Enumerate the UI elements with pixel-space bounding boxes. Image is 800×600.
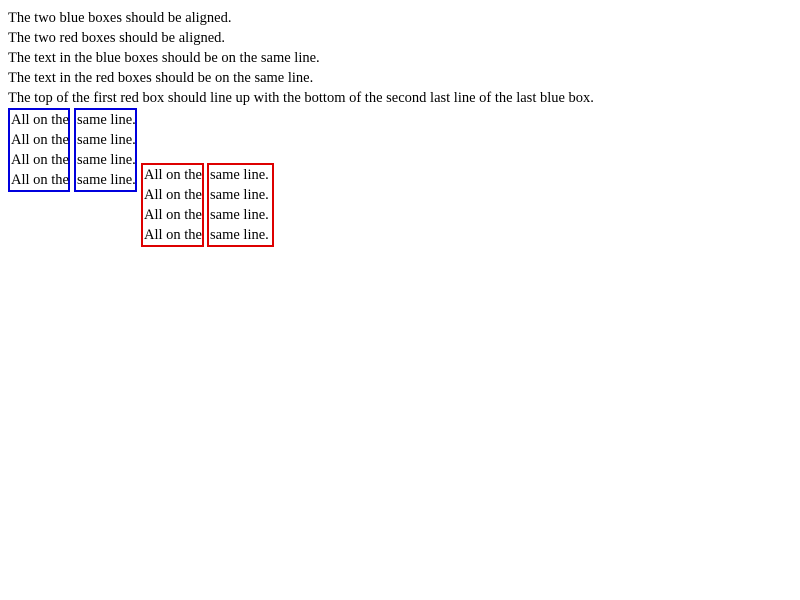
- box-text-line: same line.: [77, 152, 136, 168]
- instruction-line: The top of the first red box should line…: [8, 90, 594, 106]
- box-text-line: same line.: [210, 187, 269, 203]
- box-text-line: All on the: [144, 187, 202, 203]
- box-text-line: same line.: [77, 112, 136, 128]
- box-text-line: same line.: [77, 132, 136, 148]
- instructions: The two blue boxes should be aligned. Th…: [8, 8, 594, 108]
- box-text-line: All on the: [144, 227, 202, 243]
- box-text-line: All on the: [144, 167, 202, 183]
- instruction-line: The text in the blue boxes should be on …: [8, 50, 320, 66]
- box-text-line: All on the: [11, 152, 69, 168]
- box-text-line: All on the: [11, 172, 69, 188]
- blue-box-first: All on the All on the All on the All on …: [8, 108, 70, 192]
- box-text-line: same line.: [210, 227, 269, 243]
- instruction-line: The two red boxes should be aligned.: [8, 30, 226, 46]
- box-text-line: All on the: [11, 132, 69, 148]
- box-text-line: same line.: [210, 207, 269, 223]
- blue-box-second: same line. same line. same line. same li…: [74, 108, 137, 192]
- box-text-line: All on the: [11, 112, 69, 128]
- instruction-line: The text in the red boxes should be on t…: [8, 70, 314, 86]
- box-text-line: same line.: [210, 167, 269, 183]
- box-text-line: same line.: [77, 172, 136, 188]
- box-text-line: All on the: [144, 207, 202, 223]
- red-box-second: same line. same line. same line. same li…: [207, 163, 274, 247]
- instruction-line: The two blue boxes should be aligned.: [8, 10, 232, 26]
- red-box-first: All on the All on the All on the All on …: [141, 163, 204, 247]
